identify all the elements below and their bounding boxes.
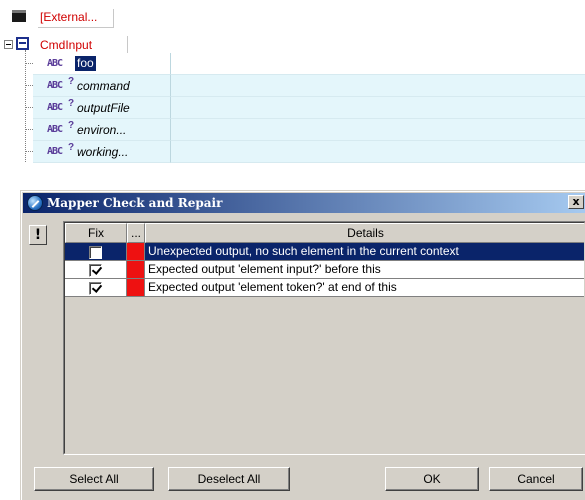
optional-text-attribute-icon: ABC [47,102,63,113]
attribute-row-command[interactable]: ABC ? command [25,75,585,97]
fix-checkbox[interactable] [89,246,102,259]
optional-text-attribute-icon: ABC [47,124,63,135]
attribute-name-cell: ABC foo [33,53,170,75]
deselect-all-button[interactable]: Deselect All [168,467,290,491]
issue-details: Expected output 'element token?' at end … [145,279,584,297]
attribute-row-environ[interactable]: ABC ? environ... [25,119,585,141]
cancel-button[interactable]: Cancel [489,467,583,491]
external-element-label[interactable]: [External... [40,10,97,24]
table-header: Fix ... Details [65,223,584,243]
cmdinput-element-label[interactable]: CmdInput [40,38,92,52]
optional-text-attribute-icon: ABC [47,146,63,157]
element-icon [16,37,29,50]
attribute-value-cell[interactable] [170,53,585,75]
app-logo-icon [27,195,43,211]
severity-toggle-button[interactable]: ! [29,225,47,245]
select-all-button[interactable]: Select All [34,467,154,491]
severity-marker [127,261,145,279]
schema-tree: [External... CmdInput ABC foo ABC ? comm… [0,0,585,180]
fix-cell [65,261,127,279]
issue-details: Unexpected output, no such element in th… [145,243,584,261]
text-attribute-icon: ABC [47,58,63,69]
issues-table: Fix ... Details Unexpected output, no su… [63,221,585,455]
fix-checkbox[interactable] [89,282,102,295]
attribute-value-cell[interactable] [170,75,585,97]
severity-marker [127,279,145,297]
table-row[interactable]: Unexpected output, no such element in th… [65,243,584,261]
severity-marker [127,243,145,261]
optional-marker-icon: ? [68,142,75,153]
attribute-name-cell: ABC ? outputFile [33,97,170,119]
table-row[interactable]: Expected output 'element input?' before … [65,261,584,279]
attribute-name-selected[interactable]: foo [75,56,96,71]
attribute-row-foo[interactable]: ABC foo [25,53,585,75]
attribute-value-cell[interactable] [170,141,585,163]
ok-button[interactable]: OK [385,467,479,491]
attribute-name-cell: ABC ? command [33,75,170,97]
table-row[interactable]: Expected output 'element token?' at end … [65,279,584,297]
dialog-titlebar[interactable]: Mapper Check and Repair x [23,193,585,213]
issue-details: Expected output 'element input?' before … [145,261,584,279]
optional-marker-icon: ? [68,120,75,131]
collapse-toggle-icon[interactable] [4,40,13,49]
column-header-fix[interactable]: Fix [65,223,127,243]
attribute-name-cell: ABC ? working... [33,141,170,163]
dialog-title: Mapper Check and Repair [47,196,223,210]
attribute-name[interactable]: environ... [77,123,177,137]
attribute-value-cell[interactable] [170,97,585,119]
attribute-name-cell: ABC ? environ... [33,119,170,141]
fix-cell [65,279,127,297]
attribute-name[interactable]: working... [77,145,177,159]
mapper-check-repair-dialog: Mapper Check and Repair x ! Fix ... Deta… [20,190,585,500]
column-header-details[interactable]: Details [145,223,584,243]
close-button[interactable]: x [568,195,584,209]
optional-text-attribute-icon: ABC [47,80,63,91]
fix-checkbox[interactable] [89,264,102,277]
external-element-icon [12,10,26,22]
column-header-severity[interactable]: ... [127,223,145,243]
attribute-name[interactable]: outputFile [77,101,177,115]
optional-marker-icon: ? [68,98,75,109]
attribute-row-outputfile[interactable]: ABC ? outputFile [25,97,585,119]
fix-cell [65,243,127,261]
attribute-row-working[interactable]: ABC ? working... [25,141,585,163]
attribute-value-cell[interactable] [170,119,585,141]
attribute-name[interactable]: command [77,79,177,93]
optional-marker-icon: ? [68,76,75,87]
